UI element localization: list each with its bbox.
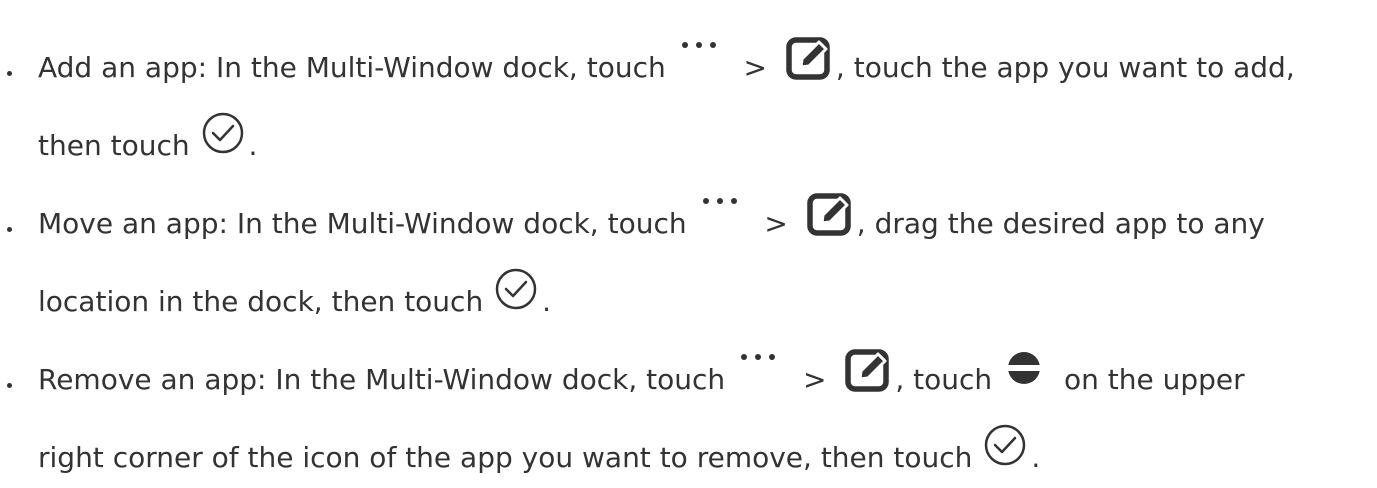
edit-icon <box>841 349 895 401</box>
line: Add an app: In the Multi-Window dock, to… <box>38 37 1295 89</box>
text: . <box>542 285 551 318</box>
gt-symbol: > <box>743 51 768 84</box>
text: . <box>1031 441 1041 474</box>
edit-icon <box>782 37 836 89</box>
check-circle-icon <box>981 424 1031 479</box>
edit-icon <box>803 193 857 245</box>
bullet <box>7 71 12 76</box>
line: location in the dock, then touch . <box>38 268 551 323</box>
gt-symbol: > <box>802 363 827 396</box>
line: Move an app: In the Multi-Window dock, t… <box>38 193 1265 245</box>
check-circle-icon <box>492 268 542 323</box>
text: , touch <box>895 363 993 396</box>
text: , touch the app you want to add, <box>835 51 1295 84</box>
line: right corner of the icon of the app you … <box>38 424 1041 479</box>
text: then touch <box>38 129 190 162</box>
text: on the upper <box>1063 363 1245 396</box>
text: Remove an app: In the Multi-Window dock,… <box>38 363 726 396</box>
gt-symbol: > <box>764 207 788 240</box>
instructions-page: Add an app: In the Multi-Window dock, to… <box>0 0 1377 488</box>
text: Add an app: In the Multi-Window dock, to… <box>38 51 666 84</box>
more-dots-icon <box>675 42 733 89</box>
text: . <box>248 129 258 162</box>
text: Move an app: In the Multi-Window dock, t… <box>38 207 687 240</box>
text: location in the dock, then touch <box>38 285 484 318</box>
more-dots-icon <box>696 198 754 245</box>
bullet <box>7 227 12 232</box>
line: Remove an app: In the Multi-Window dock,… <box>38 349 1245 401</box>
check-circle-icon <box>199 112 249 167</box>
bullet <box>7 383 12 388</box>
text: right corner of the icon of the app you … <box>38 441 973 474</box>
text: , drag the desired app to any <box>856 207 1265 240</box>
remove-circle-icon <box>1005 352 1045 401</box>
more-dots-icon <box>734 354 792 401</box>
line: then touch . <box>38 112 258 167</box>
